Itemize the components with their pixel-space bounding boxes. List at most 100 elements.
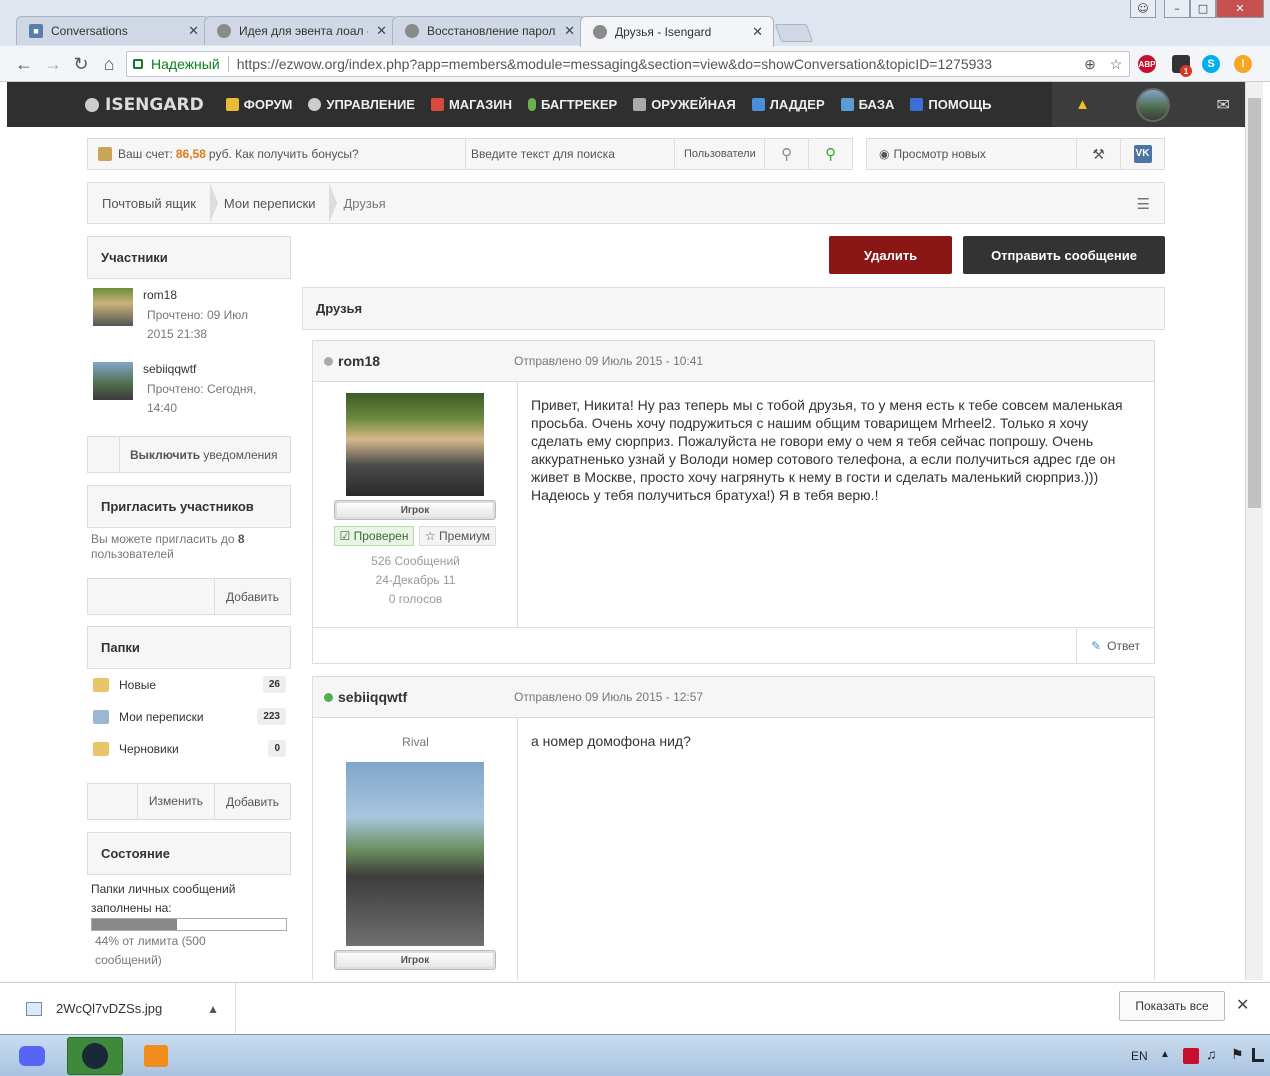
download-item[interactable]: 2WcQl7vDZSs.jpg ▲ (0, 983, 236, 1034)
mail-icon (93, 709, 109, 724)
flag-icon[interactable]: ⚑ (1231, 1046, 1244, 1063)
folder-my-conversations[interactable]: Мои переписки 223 (93, 708, 286, 725)
nav-ladder[interactable]: ЛАДДЕР (751, 97, 825, 112)
tab-friends[interactable]: Друзья - Isengard ✕ (580, 16, 774, 47)
secure-label: Надежный (151, 56, 220, 72)
user-icon[interactable]: ☺ (1130, 0, 1156, 18)
skype-icon[interactable]: S (1202, 55, 1220, 73)
maximize-button[interactable]: □ (1190, 0, 1216, 18)
zoom-icon[interactable]: ⊕ (1077, 56, 1103, 73)
close-icon[interactable]: ✕ (1236, 995, 1249, 1015)
mail-icon[interactable]: ✉ (1216, 95, 1229, 115)
invite-add-button[interactable]: Добавить (215, 590, 290, 604)
nav-base[interactable]: БАЗА (840, 97, 894, 112)
tab-password-recovery[interactable]: Восстановление пароля ✕ (392, 16, 586, 45)
close-tab-icon[interactable]: ✕ (188, 23, 199, 39)
tools-icon[interactable]: ⚒ (1076, 139, 1120, 169)
send-message-button[interactable]: Отправить сообщение (963, 236, 1165, 274)
url-text[interactable]: https://ezwow.org/index.php?app=members&… (237, 56, 1077, 72)
breadcrumb-current: Друзья (343, 195, 386, 211)
folder-new[interactable]: Новые 26 (93, 676, 286, 693)
balance[interactable]: Ваш счет: 86,58 руб. Как получить бонусы… (88, 147, 465, 161)
vk-icon[interactable]: VK (1120, 139, 1164, 169)
folder-drafts[interactable]: Черновики 0 (93, 740, 286, 757)
page-icon: ■ (29, 24, 43, 38)
advanced-search-icon[interactable]: ⚲ (808, 139, 852, 169)
nav-bugtracker[interactable]: БАГТРЕКЕР (528, 97, 617, 112)
discord-icon[interactable] (4, 1037, 60, 1075)
warning-icon[interactable]: ! (1234, 55, 1252, 73)
search-scope-button[interactable]: Пользователи (674, 139, 764, 169)
nav-label: ПОМОЩЬ (928, 97, 992, 112)
list-menu-icon[interactable]: ☰ (1137, 195, 1150, 213)
delete-button[interactable]: Удалить (829, 236, 952, 274)
tab-event-idea[interactable]: Идея для эвента лоал - ✕ (204, 16, 398, 45)
search-input[interactable]: Введите текст для поиска (465, 139, 674, 169)
author-avatar[interactable] (346, 762, 484, 946)
invite-header: Пригласить участников (87, 485, 291, 528)
close-tab-icon[interactable]: ✕ (376, 23, 387, 39)
steam-icon[interactable] (67, 1037, 123, 1075)
reload-icon[interactable]: ↻ (70, 54, 92, 74)
add-folder-button[interactable]: Добавить (215, 795, 290, 809)
home-icon[interactable]: ⌂ (98, 54, 120, 74)
participant-avatar[interactable] (93, 362, 133, 400)
storage-progress-bar (91, 918, 287, 931)
back-icon[interactable]: ← (13, 54, 35, 74)
omnibox[interactable]: Надежный https://ezwow.org/index.php?app… (126, 51, 1130, 77)
view-new-button[interactable]: ◉ Просмотр новых (867, 147, 1076, 161)
post-author[interactable]: sebiiqqwtf (338, 689, 514, 705)
participant-name[interactable]: rom18 (143, 288, 273, 302)
reply-button[interactable]: ✎ Ответ (1076, 628, 1154, 663)
breadcrumb-mailbox[interactable]: Почтовый ящик (88, 183, 218, 223)
tab-title: Идея для эвента лоал - (239, 24, 369, 38)
site-logo[interactable]: ISENGARD (85, 95, 204, 115)
page-scrollbar[interactable] (1245, 82, 1263, 980)
post-author[interactable]: rom18 (338, 353, 514, 369)
close-window-button[interactable]: ✕ (1216, 0, 1264, 18)
author-avatar[interactable] (346, 393, 484, 496)
show-all-button[interactable]: Показать все (1119, 991, 1225, 1021)
adblock-icon[interactable]: ABP (1138, 55, 1156, 73)
nav-armory[interactable]: ОРУЖЕЙНАЯ (633, 97, 736, 112)
browser-chrome: ☺ – □ ✕ ■ Conversations ✕ Идея для эвент… (0, 0, 1270, 82)
folders-header: Папки (87, 626, 291, 669)
participant-avatar[interactable] (93, 288, 133, 326)
post-date: Отправлено 09 Июль 2015 - 12:57 (514, 690, 704, 704)
thread-title: Друзья (302, 287, 1165, 330)
forum-icon (225, 98, 239, 111)
minimize-button[interactable]: – (1164, 0, 1190, 18)
close-tab-icon[interactable]: ✕ (752, 24, 763, 40)
close-tab-icon[interactable]: ✕ (564, 23, 575, 39)
bookmark-star-icon[interactable]: ☆ (1103, 56, 1129, 73)
nav-help[interactable]: ПОМОЩЬ (910, 97, 991, 112)
post-date: Отправлено 09 Июль 2015 - 10:41 (514, 354, 704, 368)
post-header: sebiiqqwtf Отправлено 09 Июль 2015 - 12:… (313, 677, 1154, 718)
new-tab-button[interactable] (774, 24, 814, 42)
nav-forum[interactable]: ФОРУМ (225, 97, 293, 112)
tab-conversations[interactable]: ■ Conversations ✕ (16, 16, 210, 45)
nav-label: ФОРУМ (243, 97, 293, 112)
breadcrumb-conversations[interactable]: Мои переписки (210, 183, 338, 223)
chevron-up-icon[interactable]: ▲ (207, 1002, 219, 1016)
language-indicator[interactable]: EN (1131, 1049, 1148, 1063)
avatar[interactable] (1136, 87, 1171, 122)
post-footer: ✎ Ответ (313, 627, 1154, 663)
edit-folders-button[interactable]: Изменить (138, 784, 215, 819)
notifications-toggle[interactable]: Выключить уведомления (87, 436, 291, 473)
media-player-icon[interactable] (128, 1037, 184, 1075)
volume-icon[interactable]: ♫ (1206, 1046, 1217, 1062)
forward-icon[interactable]: → (42, 54, 64, 74)
search-icon[interactable]: ⚲ (764, 139, 808, 169)
nav-management[interactable]: УПРАВЛЕНИЕ (308, 97, 415, 112)
participant-name[interactable]: sebiiqqwtf (143, 362, 273, 376)
nav-shop[interactable]: МАГАЗИН (430, 97, 512, 112)
bell-icon[interactable]: ▲ (1075, 96, 1090, 113)
tab-title: Conversations (51, 24, 128, 38)
scrollbar-thumb[interactable] (1248, 98, 1261, 508)
tray-expand-icon[interactable]: ▲ (1160, 1049, 1170, 1060)
folder-count: 26 (262, 676, 286, 693)
antivirus-icon[interactable] (1183, 1048, 1199, 1064)
network-icon[interactable] (1252, 1048, 1264, 1062)
balance-suffix: руб. Как получить бонусы? (208, 147, 359, 161)
